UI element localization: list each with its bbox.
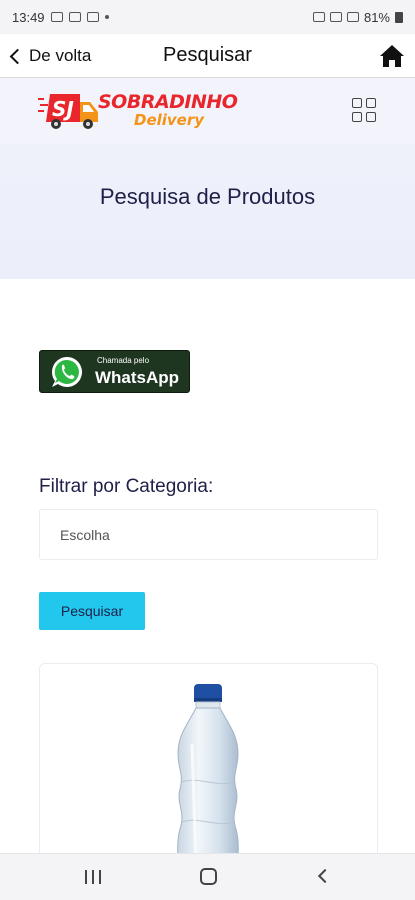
grid-cell <box>366 112 376 122</box>
nav-back-icon[interactable] <box>317 868 333 884</box>
logo[interactable]: SJ SOBRADINHO Delivery <box>38 88 242 132</box>
back-button[interactable]: De volta <box>8 34 91 78</box>
whatsapp-button[interactable]: Chamada pelo WhatsApp <box>39 350 190 393</box>
nav-recents-bar <box>85 870 87 884</box>
hero-banner: Pesquisa de Produtos <box>0 144 415 279</box>
app-notification-icon <box>86 12 99 22</box>
nav-home-icon[interactable] <box>200 868 217 885</box>
logo-line1: SOBRADINHO <box>98 91 238 113</box>
svg-text:SJ: SJ <box>52 97 74 121</box>
status-right: 81% <box>312 9 403 25</box>
back-label: De volta <box>29 46 92 65</box>
wifi-icon <box>329 12 342 22</box>
back-chevron-icon <box>9 48 26 64</box>
status-time: 13:49 <box>12 9 45 25</box>
delivery-truck-logo: SJ <box>38 94 98 129</box>
whatsapp-big-text: WhatsApp <box>95 368 180 387</box>
site-header: SJ SOBRADINHO Delivery <box>0 78 415 144</box>
hero-title: Pesquisa de Produtos <box>99 184 316 209</box>
gallery-notification-icon <box>50 12 63 22</box>
category-select-value: Escolha <box>60 526 110 543</box>
grid-menu-icon[interactable] <box>352 98 376 122</box>
status-left: 13:49 <box>12 10 109 25</box>
logo-line2: Delivery <box>134 111 205 129</box>
battery-icon <box>395 11 403 23</box>
chart-notification-icon <box>68 12 81 22</box>
whatsapp-icon <box>51 357 82 387</box>
signal-icon <box>346 12 359 22</box>
grid-cell <box>352 98 362 108</box>
search-button[interactable]: Pesquisar <box>39 592 145 630</box>
grid-cell <box>366 98 376 108</box>
nav-recents-bar <box>92 870 94 884</box>
alarm-icon <box>312 12 325 22</box>
system-nav-bar <box>0 853 415 900</box>
whatsapp-small-text: Chamada pelo <box>97 356 150 365</box>
grid-cell <box>352 112 362 122</box>
status-bar: 13:49 81% <box>0 0 415 34</box>
battery-percent: 81% <box>363 9 390 25</box>
product-card[interactable] <box>39 663 378 863</box>
app-bar: De volta Pesquisar <box>0 34 415 78</box>
filter-label: Filtrar por Categoria: <box>39 476 214 497</box>
nav-recents-icon[interactable] <box>85 870 101 884</box>
more-notifications-icon <box>104 15 109 19</box>
water-bottle-image <box>177 684 239 862</box>
category-select[interactable]: Escolha <box>39 509 378 560</box>
nav-recents-bar <box>99 870 101 884</box>
home-icon[interactable] <box>379 43 405 69</box>
